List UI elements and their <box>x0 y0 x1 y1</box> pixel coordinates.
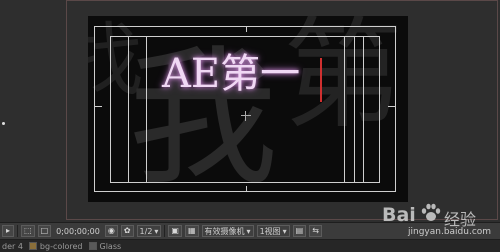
camera-value: 有效摄像机 <box>204 226 245 236</box>
panel-tabs: der 4 bg-colored Glass <box>0 240 500 252</box>
pixel-aspect-icon[interactable]: ▤ <box>292 225 307 237</box>
region-icon[interactable]: ▣ <box>168 225 182 237</box>
region-of-interest-button[interactable]: ⬚ <box>21 225 35 237</box>
grid-icon[interactable]: ▦ <box>184 225 199 237</box>
view-layout-value: 1视图 <box>259 226 281 236</box>
composition-frame[interactable]: 找 我 第 AE第一 <box>88 16 408 202</box>
center-tick-top <box>246 26 247 32</box>
camera-select[interactable]: 有效摄像机 ▾ <box>201 225 254 237</box>
watermark-url: jingyan.baidu.com <box>408 227 492 237</box>
guide-line <box>354 36 355 183</box>
guide-line <box>128 36 129 183</box>
center-tick-bottom <box>246 186 247 192</box>
timecode-display[interactable]: 0;00;00;00 <box>54 227 102 236</box>
watermark-brand: Bai <box>382 204 416 226</box>
chevron-down-icon: ▾ <box>282 226 287 236</box>
chevron-down-icon: ▾ <box>154 226 159 236</box>
resolution-value: 1/2 <box>139 226 153 236</box>
center-crosshair <box>241 111 251 121</box>
text-layer[interactable]: AE第一 <box>162 54 300 94</box>
panel-tab[interactable]: bg-colored <box>28 242 83 251</box>
center-tick-left <box>94 106 102 107</box>
paw-logo-icon <box>421 203 441 221</box>
center-tick-right <box>388 106 396 107</box>
label-swatch <box>88 242 97 250</box>
chevron-down-icon: ▾ <box>246 226 251 236</box>
text-cursor <box>320 58 322 102</box>
watermark: Bai 经验 jingyan.baidu.com <box>382 200 497 238</box>
anchor-dot <box>2 122 5 125</box>
snapshot-icon[interactable]: ◉ <box>104 225 118 237</box>
guide-line <box>146 36 147 183</box>
resolution-select[interactable]: 1/2 ▾ <box>136 225 162 237</box>
always-preview-button[interactable]: ▸ <box>2 225 14 237</box>
color-channel-icon[interactable]: ✿ <box>120 225 134 237</box>
guide-line <box>344 36 345 183</box>
transparency-grid-button[interactable]: □ <box>37 225 52 237</box>
label-swatch <box>28 242 37 250</box>
composition-viewer[interactable]: 找 我 第 AE第一 <box>0 0 500 222</box>
panel-tab[interactable]: der 4 <box>2 242 23 251</box>
fast-preview-icon[interactable]: ⇆ <box>309 225 322 237</box>
view-layout-select[interactable]: 1视图 ▾ <box>256 225 290 237</box>
guide-line <box>363 36 364 183</box>
panel-tab[interactable]: Glass <box>88 242 121 251</box>
